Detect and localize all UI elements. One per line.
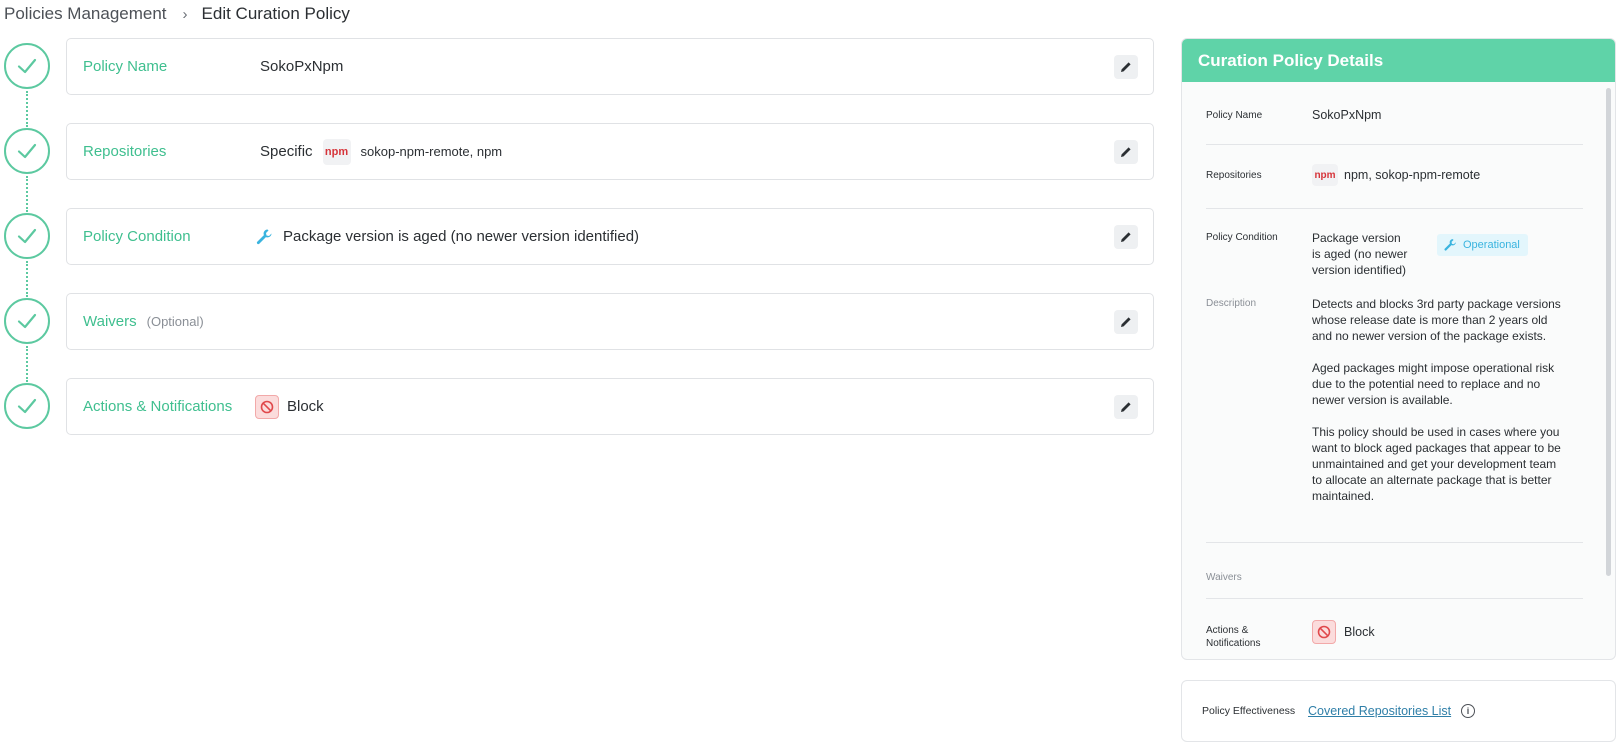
edit-waivers-button[interactable] xyxy=(1114,309,1138,334)
divider xyxy=(1206,542,1583,543)
step-label-repositories: Repositories xyxy=(83,143,167,160)
panel-scrollbar[interactable] xyxy=(1606,88,1611,576)
details-description-label: Description xyxy=(1206,298,1257,309)
details-repositories-value: npm npm, sokop-npm-remote xyxy=(1312,164,1480,186)
details-repositories-list: npm, sokop-npm-remote xyxy=(1344,168,1481,182)
policy-name-value: SokoPxNpm xyxy=(260,58,344,75)
step-card-policy-condition: Policy Condition Package version is aged… xyxy=(66,208,1154,265)
waivers-label: Waivers xyxy=(83,313,137,330)
step-3-complete-icon xyxy=(4,213,50,259)
step-5-complete-icon xyxy=(4,383,50,429)
details-actions-label: Actions & Notifications xyxy=(1206,625,1261,649)
page-title: Edit Curation Policy xyxy=(201,4,350,23)
edit-actions-button[interactable] xyxy=(1114,394,1138,419)
details-action-block-text: Block xyxy=(1344,625,1375,639)
pencil-icon xyxy=(1121,231,1131,242)
step-card-actions: Actions & Notifications Block xyxy=(66,378,1154,435)
details-repositories-label: Repositories xyxy=(1206,170,1262,181)
repositories-scope: Specific xyxy=(260,143,313,160)
step-4-complete-icon xyxy=(4,298,50,344)
pencil-icon xyxy=(1121,401,1131,412)
step-connector xyxy=(26,346,28,382)
step-card-policy-name: Policy Name SokoPxNpm xyxy=(66,38,1154,95)
step-label-policy-name: Policy Name xyxy=(83,58,168,75)
step-card-waivers: Waivers (Optional) xyxy=(66,293,1154,350)
divider xyxy=(1206,144,1583,145)
details-actions-value: Block xyxy=(1312,620,1375,644)
operational-badge-label: Operational xyxy=(1463,239,1520,251)
divider xyxy=(1206,208,1583,209)
edit-repositories-button[interactable] xyxy=(1114,139,1138,164)
npm-icon: npm xyxy=(322,138,351,165)
details-waivers-label: Waivers xyxy=(1206,572,1242,583)
policy-effectiveness-label: Policy Effectiveness xyxy=(1202,705,1296,717)
breadcrumb-policies-management[interactable]: Policies Management xyxy=(4,4,167,24)
optional-tag: (Optional) xyxy=(146,314,204,329)
step-connector xyxy=(26,176,28,212)
wrench-icon xyxy=(1444,239,1456,251)
details-description: Detects and blocks 3rd party package ver… xyxy=(1312,296,1564,520)
details-policy-condition-value: Package version is aged (no newer versio… xyxy=(1312,231,1408,277)
description-paragraph: Detects and blocks 3rd party package ver… xyxy=(1312,297,1561,343)
details-policy-name-label: Policy Name xyxy=(1206,110,1263,121)
step-label-actions: Actions & Notifications xyxy=(83,398,233,415)
panel-body[interactable]: Policy Name SokoPxNpm Repositories npm n… xyxy=(1182,82,1615,659)
step-label-waivers: Waivers (Optional) xyxy=(83,313,204,330)
step-connector xyxy=(26,261,28,297)
curation-policy-details-panel: Curation Policy Details Policy Name Soko… xyxy=(1181,38,1616,660)
policy-effectiveness-box: Policy Effectiveness Covered Repositorie… xyxy=(1181,680,1616,742)
step-1-complete-icon xyxy=(4,43,50,89)
edit-policy-condition-button[interactable] xyxy=(1114,224,1138,249)
breadcrumb-separator: › xyxy=(182,5,188,23)
description-paragraph: This policy should be used in cases wher… xyxy=(1312,425,1561,503)
block-icon xyxy=(1312,620,1336,644)
actions-value: Block xyxy=(255,394,324,419)
repositories-list: sokop-npm-remote, npm xyxy=(360,144,503,159)
policy-condition-text: Package version is aged (no newer versio… xyxy=(283,228,640,245)
step-connector xyxy=(26,91,28,127)
step-2-complete-icon xyxy=(4,128,50,174)
repositories-value: Specific npm sokop-npm-remote, npm xyxy=(260,138,503,165)
details-policy-condition-label: Policy Condition xyxy=(1206,232,1278,243)
operational-badge: Operational xyxy=(1437,234,1528,256)
policy-condition-value: Package version is aged (no newer versio… xyxy=(255,228,639,246)
block-icon xyxy=(255,394,279,419)
info-icon[interactable]: i xyxy=(1461,704,1475,718)
covered-repositories-link[interactable]: Covered Repositories List xyxy=(1308,704,1451,718)
pencil-icon xyxy=(1121,146,1131,157)
step-card-repositories: Repositories Specific npm sokop-npm-remo… xyxy=(66,123,1154,180)
pencil-icon xyxy=(1121,61,1131,72)
panel-title: Curation Policy Details xyxy=(1182,39,1615,82)
divider xyxy=(1206,598,1583,599)
edit-policy-name-button[interactable] xyxy=(1114,54,1138,79)
action-block-text: Block xyxy=(287,398,324,415)
wrench-icon xyxy=(256,229,272,244)
npm-icon: npm xyxy=(1312,164,1338,186)
description-paragraph: Aged packages might impose operational r… xyxy=(1312,361,1555,407)
pencil-icon xyxy=(1121,316,1131,327)
details-policy-name-value: SokoPxNpm xyxy=(1312,108,1382,122)
breadcrumb: Policies Management › Edit Curation Poli… xyxy=(4,3,350,25)
step-label-policy-condition: Policy Condition xyxy=(83,228,191,245)
